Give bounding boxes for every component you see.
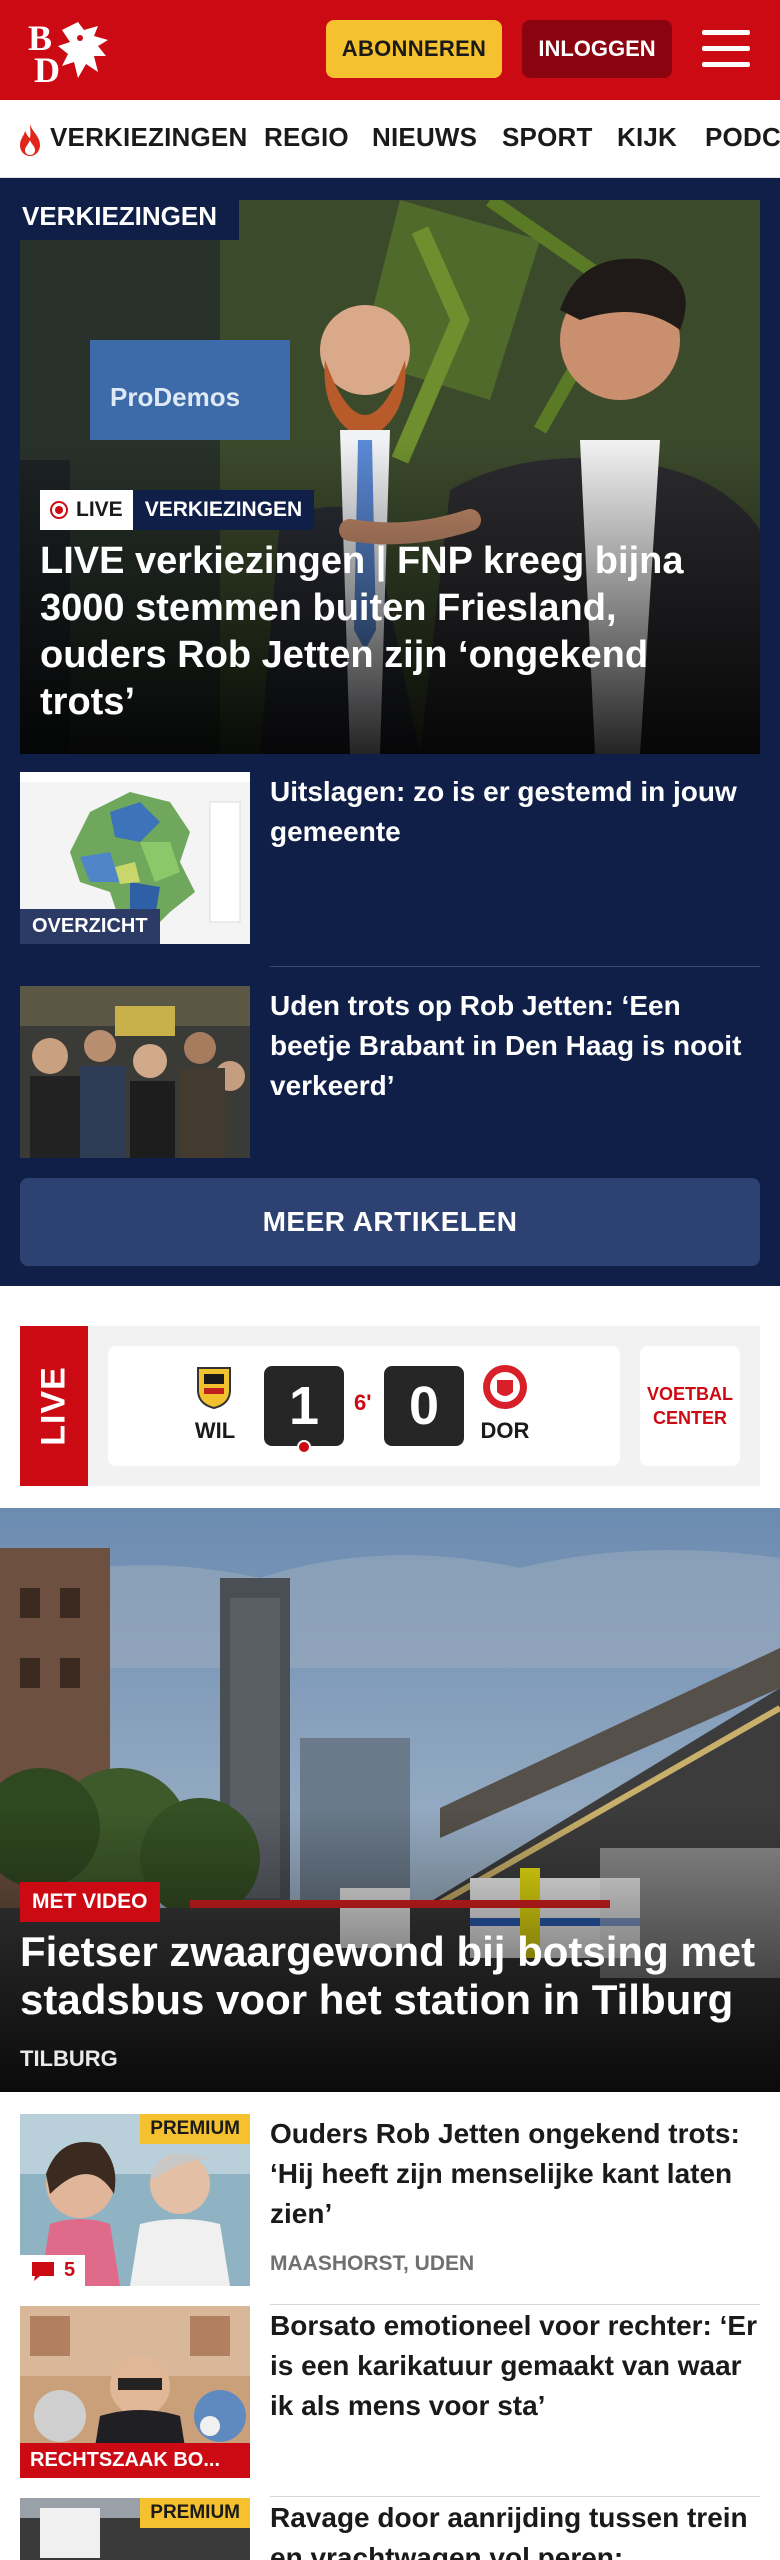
live-dot-icon (50, 501, 68, 519)
top-story-title[interactable]: Fietser zwaargewond bij botsing met stad… (20, 1928, 760, 2024)
election-article[interactable]: Uden trots op Rob Jetten: ‘Een beetje Br… (20, 986, 760, 1158)
top-bar: B D ABONNEREN INLOGGEN (0, 0, 780, 100)
home-team-crest-icon (197, 1367, 231, 1410)
premium-badge: PREMIUM (140, 2498, 250, 2528)
article-title[interactable]: Ravage door aanrijding tussen trein en v… (270, 2498, 760, 2560)
article-title[interactable]: Borsato emotioneel voor rechter: ‘Er is … (270, 2306, 760, 2426)
article-thumbnail (20, 986, 250, 1158)
live-vertical-label: LIVE (20, 1326, 88, 1486)
video-badge: MET VIDEO (20, 1882, 160, 1922)
match-minute: 6' (354, 1390, 372, 1415)
article-title[interactable]: Ouders Rob Jetten ongekend trots: ‘Hij h… (270, 2114, 760, 2234)
article-thumbnail: OVERZICHT (20, 772, 250, 944)
away-score: 0 (384, 1366, 464, 1446)
nav-item-sport[interactable]: SPORT (502, 122, 593, 153)
article-thumbnail: PREMIUM (20, 2498, 250, 2560)
section-label: VERKIEZINGEN (0, 192, 240, 240)
section-nav: VERKIEZINGEN REGIO NIEUWS SPORT KIJK POD… (0, 100, 780, 178)
category-badge: VERKIEZINGEN (132, 490, 315, 530)
comments-count: 5 (64, 2259, 76, 2281)
prodemos-sign: ProDemos (110, 382, 240, 412)
list-item[interactable]: PREMIUM Ravage door aanrijding tussen tr… (20, 2498, 760, 2560)
election-article-title[interactable]: Uden trots op Rob Jetten: ‘Een beetje Br… (270, 986, 760, 1106)
nav-item-kijk[interactable]: KIJK (617, 122, 677, 153)
nav-item-verkiezingen[interactable]: VERKIEZINGEN (50, 122, 247, 153)
election-section: ProDemos LIVE VERKIEZINGEN LIVE verkiezi… (0, 178, 780, 1286)
premium-badge: PREMIUM (140, 2114, 250, 2144)
nav-item-nieuws[interactable]: NIEUWS (372, 122, 477, 153)
more-articles-button[interactable]: MEER ARTIKELEN (20, 1178, 760, 1266)
live-score-widget[interactable]: LIVE WIL 1 6' 0 DOR VOETBAL CENTER (20, 1326, 760, 1486)
hero-badges: LIVE VERKIEZINGEN (40, 490, 315, 530)
overview-label: OVERZICHT (20, 909, 160, 944)
article-location: MAASHORST, UDEN (270, 2252, 475, 2275)
home-score: 1 (264, 1366, 344, 1446)
list-item[interactable]: RECHTSZAAK BO... Borsato emotioneel voor… (20, 2306, 760, 2478)
login-button[interactable]: INLOGGEN (522, 20, 672, 78)
live-badge-label: LIVE (76, 498, 123, 521)
flame-icon (20, 124, 40, 156)
bd-logo[interactable]: B D (28, 16, 118, 84)
hamburger-icon[interactable] (700, 26, 752, 72)
home-team-code: WIL (194, 1418, 236, 1443)
list-item[interactable]: PREMIUM 5 Ouders Rob Jetten ongekend tro… (20, 2114, 760, 2286)
tag-label: RECHTSZAAK BO... (20, 2443, 250, 2478)
nav-item-podcast[interactable]: PODC (705, 122, 780, 153)
comment-icon (32, 2261, 54, 2281)
match-card[interactable]: WIL 1 6' 0 DOR (108, 1346, 620, 1466)
goal-dot-icon (297, 1440, 311, 1454)
divider (270, 2304, 760, 2305)
away-team-crest-icon (483, 1365, 527, 1409)
top-story-location: TILBURG (20, 2046, 118, 2071)
hero-article[interactable]: ProDemos LIVE VERKIEZINGEN LIVE verkiezi… (20, 200, 760, 754)
article-thumbnail: PREMIUM 5 (20, 2114, 250, 2286)
nav-item-regio[interactable]: REGIO (264, 122, 349, 153)
divider (270, 966, 760, 967)
away-team-code: DOR (480, 1418, 530, 1443)
svg-text:D: D (34, 50, 60, 84)
comments-badge[interactable]: 5 (20, 2255, 86, 2286)
divider (270, 2496, 760, 2497)
election-article[interactable]: OVERZICHT Uitslagen: zo is er gestemd in… (20, 772, 760, 944)
live-badge: LIVE (40, 490, 133, 530)
hero-title[interactable]: LIVE verkiezingen | FNP kreeg bijna 3000… (40, 538, 740, 726)
crowd-image (20, 986, 250, 1158)
election-article-title[interactable]: Uitslagen: zo is er gestemd in jouw geme… (270, 772, 760, 852)
article-thumbnail: RECHTSZAAK BO... (20, 2306, 250, 2478)
subscribe-button[interactable]: ABONNEREN (326, 20, 502, 78)
voetbal-center-button[interactable]: VOETBAL CENTER (640, 1346, 740, 1466)
top-story[interactable]: MET VIDEO Fietser zwaargewond bij botsin… (0, 1508, 780, 2092)
live-label: LIVE (34, 1366, 73, 1446)
